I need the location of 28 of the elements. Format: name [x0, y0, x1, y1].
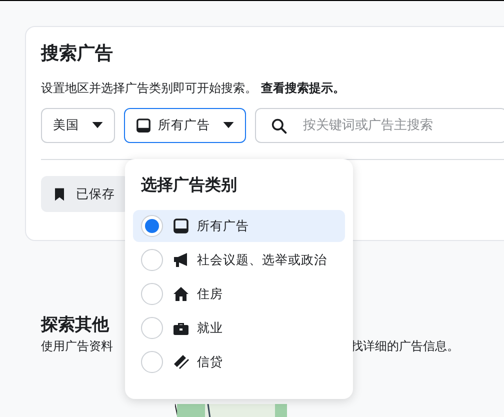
radio-button[interactable]: [141, 249, 163, 271]
menu-title: 选择广告类别: [141, 175, 238, 196]
description-text: 使用广告资料: [41, 338, 113, 355]
category-option[interactable]: 信贷: [133, 346, 345, 378]
radio-button[interactable]: [141, 215, 163, 237]
section-title: 搜索广告: [41, 42, 114, 66]
radio-button[interactable]: [141, 283, 163, 305]
house-icon: [173, 286, 189, 302]
country-dropdown[interactable]: 美国: [41, 108, 115, 143]
section-title: 探索其他: [41, 314, 109, 336]
briefcase-icon: [173, 320, 189, 336]
intro-text: 设置地区并选择广告类别即可开始搜索。: [41, 81, 257, 95]
category-option[interactable]: 就业: [133, 312, 345, 344]
category-option[interactable]: 住房: [133, 278, 345, 310]
caret-icon: [92, 122, 103, 129]
tablet-icon: [136, 118, 151, 133]
category-option[interactable]: 社会议题、选举或政治: [133, 244, 345, 276]
category-dropdown[interactable]: 所有广告: [124, 108, 246, 143]
bookmark-icon: [55, 188, 64, 200]
tips-link[interactable]: 查看搜索提示。: [260, 81, 345, 95]
search-field[interactable]: 按关键词或广告主搜索: [255, 108, 504, 143]
tablet-icon: [173, 218, 189, 234]
radio-button[interactable]: [141, 351, 163, 373]
radio-button[interactable]: [141, 317, 163, 339]
search-icon: [271, 118, 287, 134]
caret-icon: [223, 122, 234, 129]
megaphone-icon: [173, 252, 189, 268]
category-option[interactable]: 所有广告: [133, 210, 345, 242]
